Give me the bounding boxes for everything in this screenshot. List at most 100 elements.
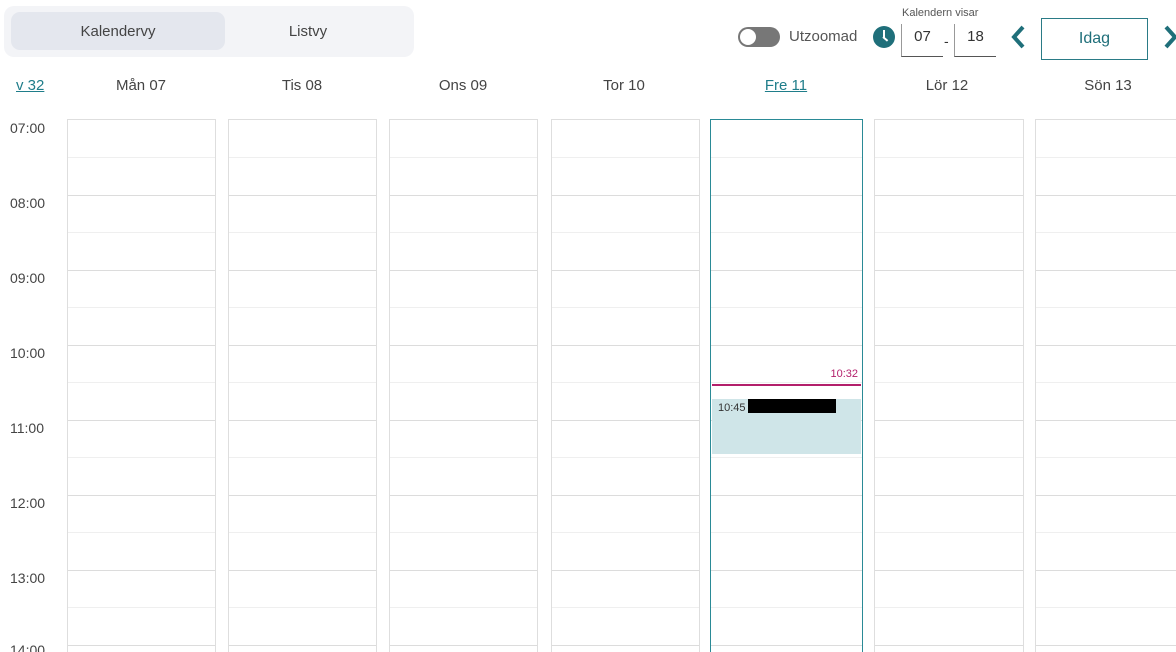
range-from-field[interactable]: 07 xyxy=(901,24,943,57)
previous-week-button[interactable] xyxy=(1009,22,1029,52)
event-time: 10:45 xyxy=(718,402,746,414)
day-header-fri[interactable]: Fre 11 xyxy=(712,77,860,94)
hour-line xyxy=(552,345,699,346)
hour-line xyxy=(229,570,376,571)
half-hour-line xyxy=(711,532,862,533)
hour-line xyxy=(229,345,376,346)
hour-line xyxy=(875,645,1023,646)
half-hour-line xyxy=(229,607,376,608)
half-hour-line xyxy=(229,307,376,308)
hour-line xyxy=(390,495,537,496)
zoom-toggle-label: Utzoomad xyxy=(789,28,858,45)
half-hour-line xyxy=(552,532,699,533)
hour-line xyxy=(68,645,215,646)
time-label: 07:00 xyxy=(10,120,46,136)
hour-line xyxy=(711,270,862,271)
hour-line xyxy=(1036,420,1176,421)
hour-line xyxy=(1036,345,1176,346)
hour-line xyxy=(390,570,537,571)
hour-line xyxy=(229,195,376,196)
today-button[interactable]: Idag xyxy=(1041,18,1148,60)
hour-line xyxy=(711,195,862,196)
day-header-mon: Mån 07 xyxy=(115,77,167,94)
hour-line xyxy=(552,495,699,496)
hour-line xyxy=(1036,195,1176,196)
hour-line xyxy=(1036,645,1176,646)
time-label: 11:00 xyxy=(10,420,44,436)
day-header-tue: Tis 08 xyxy=(281,77,323,94)
half-hour-line xyxy=(229,232,376,233)
range-to-field[interactable]: 18 xyxy=(954,24,996,57)
half-hour-line xyxy=(711,457,862,458)
current-time-line xyxy=(712,384,861,386)
hour-line xyxy=(711,495,862,496)
half-hour-line xyxy=(711,232,862,233)
half-hour-line xyxy=(711,307,862,308)
view-switch: Kalendervy Listvy xyxy=(4,6,414,57)
hour-line xyxy=(229,645,376,646)
half-hour-line xyxy=(68,607,215,608)
half-hour-line xyxy=(68,532,215,533)
hour-line xyxy=(875,570,1023,571)
half-hour-line xyxy=(68,232,215,233)
half-hour-line xyxy=(390,532,537,533)
tab-list-view[interactable]: Listvy xyxy=(202,12,414,50)
zoom-toggle[interactable] xyxy=(738,27,780,47)
half-hour-line xyxy=(390,307,537,308)
hour-line xyxy=(68,420,215,421)
half-hour-line xyxy=(1036,307,1176,308)
half-hour-line xyxy=(1036,532,1176,533)
half-hour-line xyxy=(711,157,862,158)
day-column-mon[interactable] xyxy=(67,119,216,652)
half-hour-line xyxy=(1036,232,1176,233)
next-week-button[interactable] xyxy=(1160,22,1176,52)
half-hour-line xyxy=(711,607,862,608)
half-hour-line xyxy=(1036,382,1176,383)
half-hour-line xyxy=(875,532,1023,533)
day-column-tue[interactable] xyxy=(228,119,377,652)
half-hour-line xyxy=(552,232,699,233)
half-hour-line xyxy=(68,382,215,383)
hour-line xyxy=(390,270,537,271)
hour-line xyxy=(68,345,215,346)
time-label: 14:00 xyxy=(10,642,46,652)
half-hour-line xyxy=(552,307,699,308)
week-number-link[interactable]: v 32 xyxy=(16,77,44,94)
hour-line xyxy=(711,345,862,346)
hour-line xyxy=(68,570,215,571)
time-label: 12:00 xyxy=(10,495,46,511)
tab-calendar-view[interactable]: Kalendervy xyxy=(11,12,225,50)
hour-line xyxy=(390,645,537,646)
hour-line xyxy=(875,195,1023,196)
clock-icon xyxy=(873,26,895,48)
half-hour-line xyxy=(552,607,699,608)
day-column-thu[interactable] xyxy=(551,119,700,652)
day-column-fri[interactable]: 10:32 10:45 xyxy=(710,119,863,652)
time-label: 09:00 xyxy=(10,270,46,286)
time-label: 08:00 xyxy=(10,195,46,211)
hour-line xyxy=(229,495,376,496)
day-column-sat[interactable] xyxy=(874,119,1024,652)
day-header-sun: Sön 13 xyxy=(1084,77,1132,94)
hour-line xyxy=(1036,270,1176,271)
day-column-sun[interactable] xyxy=(1035,119,1176,652)
half-hour-line xyxy=(875,307,1023,308)
range-separator: - xyxy=(944,33,949,49)
time-label: 13:00 xyxy=(10,570,46,586)
day-column-wed[interactable] xyxy=(389,119,538,652)
half-hour-line xyxy=(1036,607,1176,608)
half-hour-line xyxy=(552,382,699,383)
hour-line xyxy=(552,270,699,271)
half-hour-line xyxy=(390,232,537,233)
half-hour-line xyxy=(229,457,376,458)
half-hour-line xyxy=(875,607,1023,608)
half-hour-line xyxy=(229,382,376,383)
half-hour-line xyxy=(68,157,215,158)
day-header-sat: Lör 12 xyxy=(925,77,969,94)
hour-line xyxy=(229,270,376,271)
hour-line xyxy=(1036,570,1176,571)
hour-line xyxy=(552,195,699,196)
calendar-event[interactable]: 10:45 xyxy=(712,399,861,454)
day-header-wed: Ons 09 xyxy=(438,77,488,94)
chevron-left-icon xyxy=(1011,25,1025,49)
